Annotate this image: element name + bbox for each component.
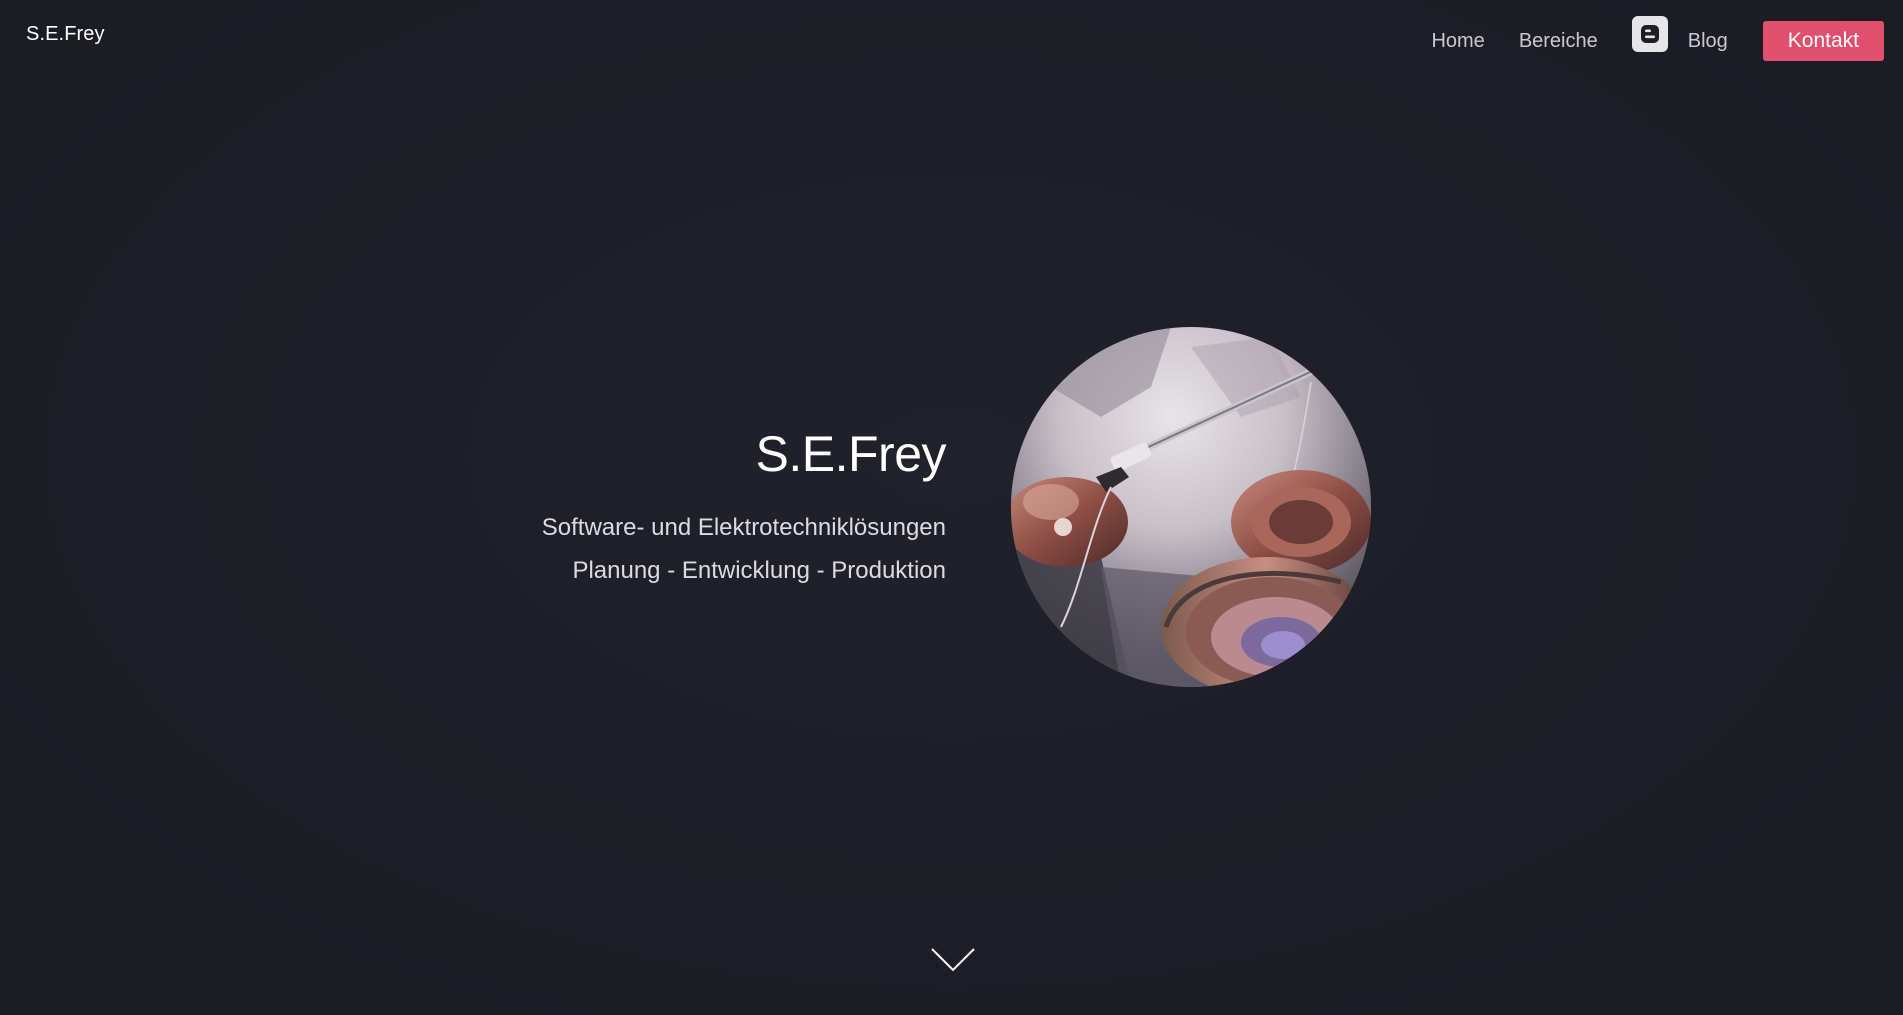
- nav-blog-link[interactable]: Blog: [1688, 18, 1728, 64]
- hero-title: S.E.Frey: [755, 426, 947, 482]
- nav-bereiche-link[interactable]: Bereiche: [1519, 18, 1598, 64]
- contact-button[interactable]: Kontakt: [1762, 21, 1884, 61]
- brand-logo-link[interactable]: S.E.Frey: [26, 23, 105, 46]
- page: S.E.Frey Home Bereiche Blog Kontakt S.E.…: [0, 0, 1903, 1015]
- hero-photo: [1011, 327, 1371, 687]
- nav-home-link[interactable]: Home: [1431, 18, 1484, 64]
- chevron-down-icon: [931, 948, 975, 972]
- hero-subtitle-process: Planung - Entwicklung - Produktion: [572, 557, 946, 584]
- scroll-down-chevron-icon[interactable]: [929, 946, 977, 974]
- blogger-icon-glyph: [1640, 25, 1659, 43]
- blogger-icon[interactable]: [1631, 16, 1668, 52]
- hero-subtitle-services: Software- und Elektrotechniklösungen: [541, 514, 946, 541]
- hero-photo-soldering: [1011, 327, 1371, 687]
- main-nav: Home Bereiche Blog Kontakt: [1431, 16, 1884, 64]
